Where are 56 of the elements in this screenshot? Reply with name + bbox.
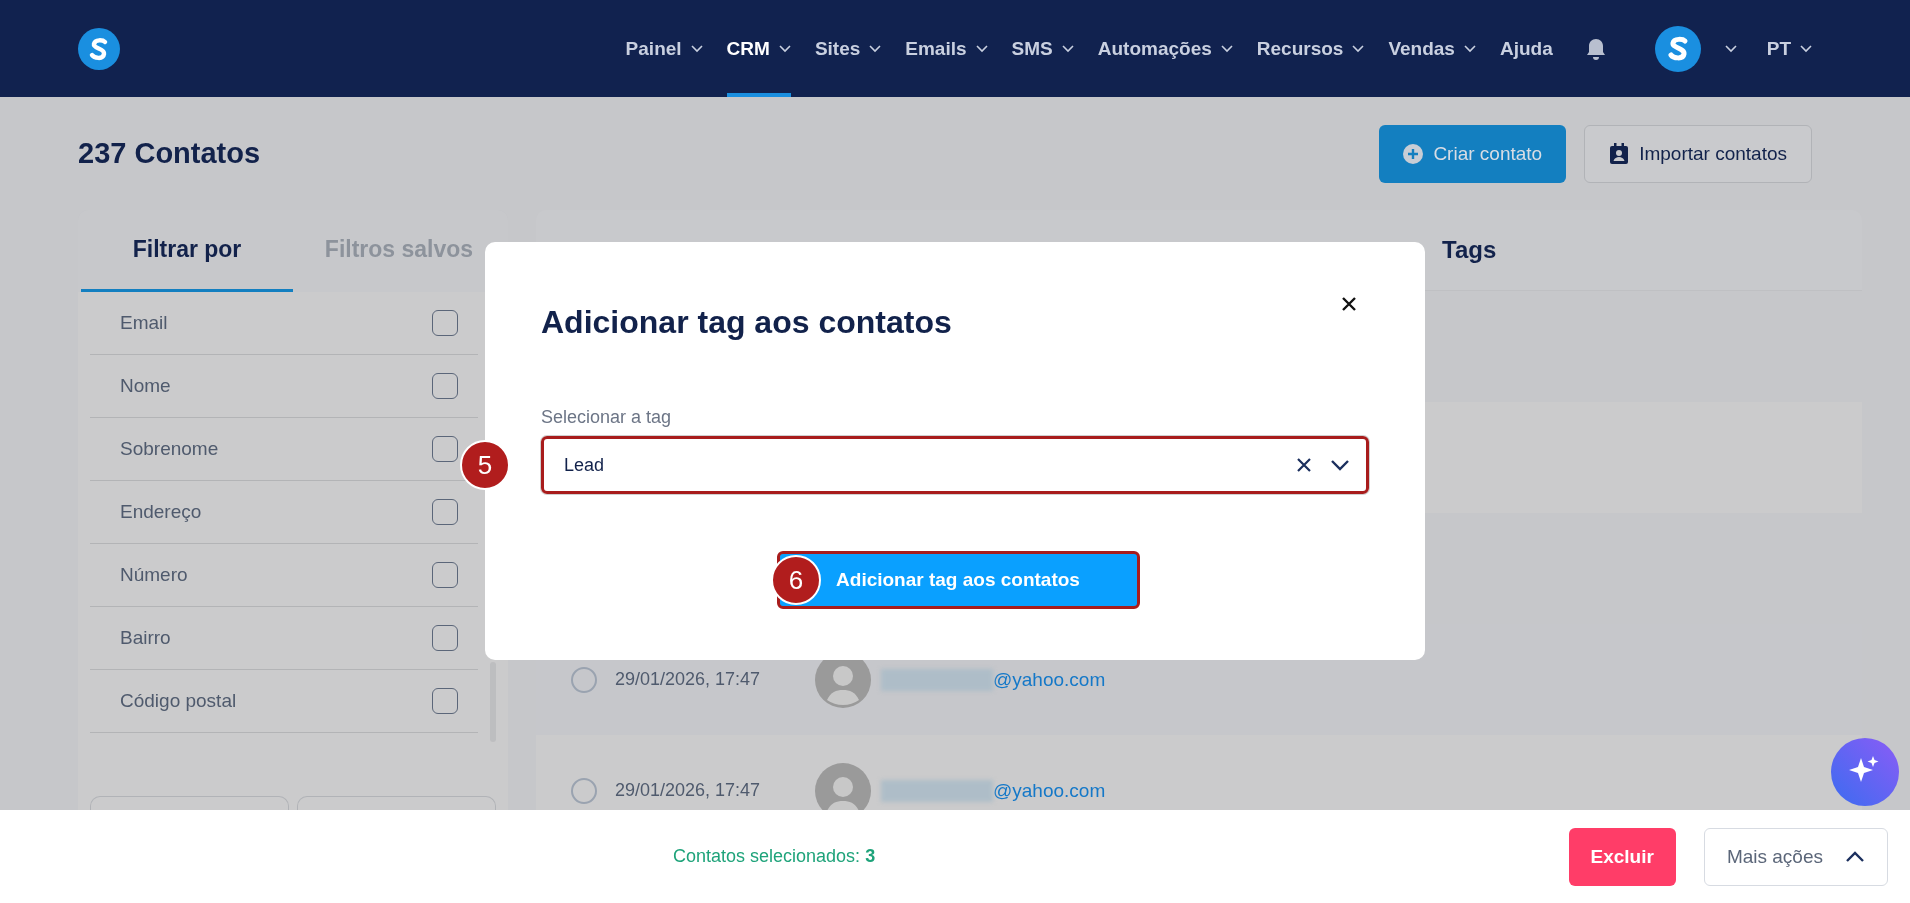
nav-menu-item[interactable]: Automações (1097, 0, 1233, 97)
checkbox[interactable] (432, 562, 458, 588)
close-icon[interactable] (1341, 296, 1357, 312)
checkbox[interactable] (432, 625, 458, 651)
chevron-down-icon (1220, 44, 1233, 53)
chevron-down-icon (1061, 44, 1074, 53)
nav-menu-item[interactable]: Emails (905, 0, 988, 97)
chevron-down-icon (975, 44, 988, 53)
tag-select-field[interactable]: Lead (541, 436, 1369, 494)
language-selector[interactable]: PT (1766, 0, 1812, 97)
checkbox[interactable] (432, 499, 458, 525)
help-link[interactable]: Ajuda (1499, 0, 1553, 97)
chevron-down-icon (1352, 44, 1365, 53)
account-avatar-icon[interactable] (1654, 25, 1701, 72)
import-contacts-button[interactable]: Importar contatos (1584, 124, 1812, 183)
checkbox[interactable] (432, 688, 458, 714)
filter-label: Sobrenome (120, 438, 219, 460)
checkbox[interactable] (432, 436, 458, 462)
date-cell-text: 29/01/2026, 17:47 (615, 669, 762, 690)
checkbox[interactable] (432, 310, 458, 336)
logo-icon[interactable] (78, 27, 120, 70)
nav-menu-item[interactable]: Recursos (1256, 0, 1365, 97)
row-select-radio[interactable] (571, 777, 597, 804)
nav-menu-item[interactable]: Vendas (1388, 0, 1476, 97)
filter-label: Endereço (120, 501, 202, 523)
field-label: Selecionar a tag (541, 407, 673, 428)
step-marker: 5 (460, 440, 510, 490)
column-header: Tags (1442, 236, 1497, 264)
clear-icon[interactable] (1296, 457, 1312, 473)
chevron-down-icon (1800, 44, 1812, 53)
nav-menu-item[interactable]: Painel (625, 0, 703, 97)
nav-menu-item[interactable]: CRM (726, 0, 791, 97)
filter-label: Bairro (120, 627, 171, 649)
bell-icon[interactable] (1584, 36, 1607, 61)
chevron-down-icon (1463, 44, 1476, 53)
chevron-down-icon (869, 44, 882, 53)
plus-icon (1403, 143, 1424, 164)
chevron-down-icon (778, 44, 791, 53)
date-cell-text: 29/01/2026, 17:47 (615, 780, 762, 801)
filter-label: Código postal (120, 690, 237, 712)
checkbox[interactable] (432, 373, 458, 399)
filter-label: Número (120, 564, 188, 586)
nav-menu-item[interactable]: SMS (1011, 0, 1074, 97)
selected-count-text: Contatos selecionados: 3 (673, 846, 876, 867)
nav-menu-item[interactable]: Sites (814, 0, 882, 97)
chevron-down-icon[interactable] (1330, 459, 1350, 471)
row-select-radio[interactable] (571, 666, 597, 693)
more-actions-button[interactable]: Mais ações (1703, 827, 1888, 886)
chevron-up-icon (1845, 850, 1865, 863)
filter-label: Nome (120, 375, 171, 397)
dialog-title: Adicionar tag aos contatos (541, 304, 952, 341)
chevron-down-icon (690, 44, 703, 53)
filter-label: Email (120, 312, 168, 334)
page-title: 237 Contatos (78, 137, 261, 170)
sparkle-assistant-icon[interactable] (1831, 738, 1899, 806)
contact-card-icon (1609, 142, 1630, 165)
